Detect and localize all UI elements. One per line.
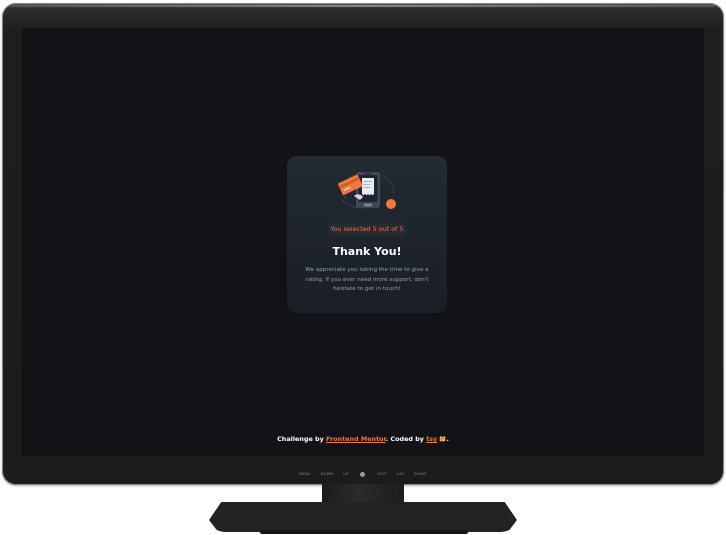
- thank-you-card: You selected 5 out of 5 Thank You! We ap…: [287, 156, 447, 313]
- monitor-stand-neck: [322, 484, 404, 504]
- thank-you-message: We appreciate you taking the time to giv…: [305, 267, 429, 292]
- bezel-highlight: [12, 5, 714, 7]
- frontend-mentor-link[interactable]: Frontend Mentor: [326, 435, 386, 443]
- menu-button[interactable]: MENU: [299, 472, 311, 476]
- lux-button[interactable]: LUX: [396, 472, 404, 476]
- monitor-controls: MENU DOWN UP EXIT LUX SHAKE: [2, 469, 724, 479]
- phone-payment-illustration-icon: [338, 172, 396, 209]
- shake-button[interactable]: SHAKE: [414, 472, 427, 476]
- author-link[interactable]: tsy: [426, 435, 437, 443]
- monitor-stand-base: [209, 502, 517, 532]
- exit-button[interactable]: EXIT: [377, 472, 386, 476]
- attribution-suffix: .: [446, 435, 449, 443]
- monitor-frame: You selected 5 out of 5 Thank You! We ap…: [2, 3, 724, 485]
- monitor-stand-foot: [260, 530, 468, 534]
- down-button[interactable]: DOWN: [321, 472, 334, 476]
- power-button[interactable]: [360, 471, 366, 477]
- attribution-middle: . Coded by: [385, 435, 424, 443]
- thank-you-title: Thank You!: [332, 245, 402, 258]
- screen: You selected 5 out of 5 Thank You! We ap…: [22, 28, 704, 456]
- attribution-footer: Challenge by Frontend Mentor. Coded by t…: [22, 434, 704, 444]
- attribution-prefix: Challenge by: [277, 435, 324, 443]
- up-button[interactable]: UP: [343, 472, 348, 476]
- selected-rating-badge: You selected 5 out of 5: [327, 223, 407, 235]
